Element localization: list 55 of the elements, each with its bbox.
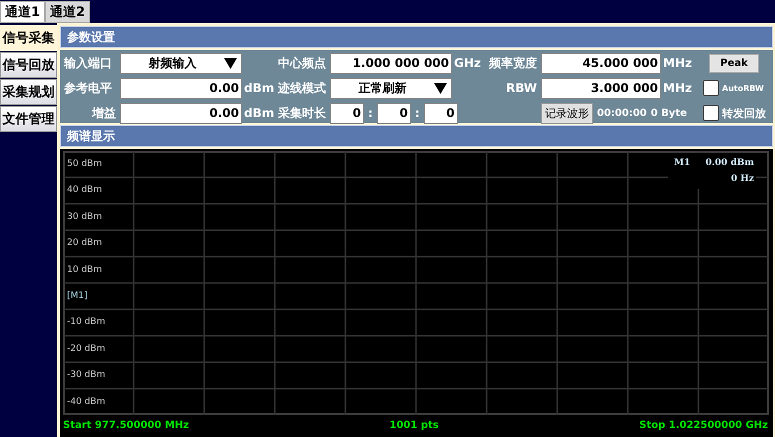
ref-level-field[interactable]: 0.00 bbox=[120, 78, 242, 98]
axis-label: 10 dBm bbox=[67, 264, 102, 275]
axis-label: 30 dBm bbox=[67, 212, 102, 222]
side-tab[interactable]: 信号采集 bbox=[0, 25, 57, 51]
unit-label: GHz bbox=[453, 56, 482, 70]
checkbox-label: AutoRBW bbox=[722, 84, 764, 92]
record-size: 0 Byte bbox=[650, 108, 687, 118]
duration-field[interactable]: 0 bbox=[376, 102, 411, 124]
trace-mode-dropdown[interactable]: 正常刷新 bbox=[330, 78, 452, 98]
axis-label: 20 dBm bbox=[67, 238, 102, 248]
axis-label: -30 dBm bbox=[67, 370, 106, 380]
unit-label: dBm bbox=[243, 106, 276, 120]
axis-label: -20 dBm bbox=[67, 344, 106, 354]
field-label: 输入端口 bbox=[64, 54, 113, 72]
field-label: RBW bbox=[505, 81, 538, 95]
side-tab[interactable]: 文件管理 bbox=[0, 106, 57, 132]
marker-label: [M1] bbox=[67, 290, 88, 301]
channel-tab[interactable]: 通道1 bbox=[0, 1, 46, 23]
axis-label: -40 dBm bbox=[67, 396, 106, 407]
unit-label: MHz bbox=[662, 81, 693, 95]
duration-field[interactable]: 0 bbox=[424, 102, 458, 124]
time-separator: : bbox=[367, 106, 374, 120]
marker-name: M1 bbox=[673, 158, 690, 168]
record-button[interactable]: 记录波形 bbox=[541, 102, 593, 124]
field-label: 增益 bbox=[90, 104, 117, 122]
marker-level: 0.00 dBm bbox=[706, 158, 754, 168]
gain-field[interactable]: 0.00 bbox=[120, 102, 242, 124]
start-frequency: Start 977.500000 MHz bbox=[63, 420, 189, 431]
unit-label: MHz bbox=[662, 56, 693, 70]
record-time: 00:00:00 bbox=[597, 108, 647, 118]
rbw-field[interactable]: 3.000 000 bbox=[541, 78, 661, 98]
stop-frequency: Stop 1.022500000 GHz bbox=[639, 420, 768, 431]
side-tab[interactable]: 采集规划 bbox=[0, 79, 57, 105]
field-label: 参考电平 bbox=[64, 80, 113, 96]
channel-tab[interactable]: 通道2 bbox=[45, 1, 90, 23]
duration-field[interactable]: 0 bbox=[330, 102, 364, 124]
marker-frequency: 0 Hz bbox=[730, 174, 754, 184]
input-port-dropdown[interactable]: 射频输入 bbox=[120, 52, 242, 74]
center-frequency-field[interactable]: 1.000 000 000 bbox=[330, 52, 452, 74]
section-header: 频谱显示 bbox=[60, 125, 773, 147]
section-header: 参数设置 bbox=[60, 26, 773, 48]
span-field[interactable]: 45.000 000 bbox=[541, 52, 661, 74]
point-count: 1001 pts bbox=[390, 420, 439, 431]
field-label: 迹线模式 bbox=[278, 80, 327, 96]
time-separator: : bbox=[414, 106, 421, 120]
checkbox-label: 转发回放 bbox=[722, 106, 766, 120]
field-label: 中心频点 bbox=[278, 54, 327, 72]
field-label: 频率宽度 bbox=[488, 54, 538, 72]
peak-button[interactable]: Peak bbox=[709, 54, 759, 72]
side-tab[interactable]: 信号回放 bbox=[0, 52, 57, 78]
unit-label: dBm bbox=[243, 81, 276, 95]
axis-label: 40 dBm bbox=[67, 185, 102, 196]
axis-label: -10 dBm bbox=[67, 317, 106, 328]
field-label: 采集时长 bbox=[278, 104, 327, 122]
axis-label: 50 dBm bbox=[67, 159, 102, 169]
